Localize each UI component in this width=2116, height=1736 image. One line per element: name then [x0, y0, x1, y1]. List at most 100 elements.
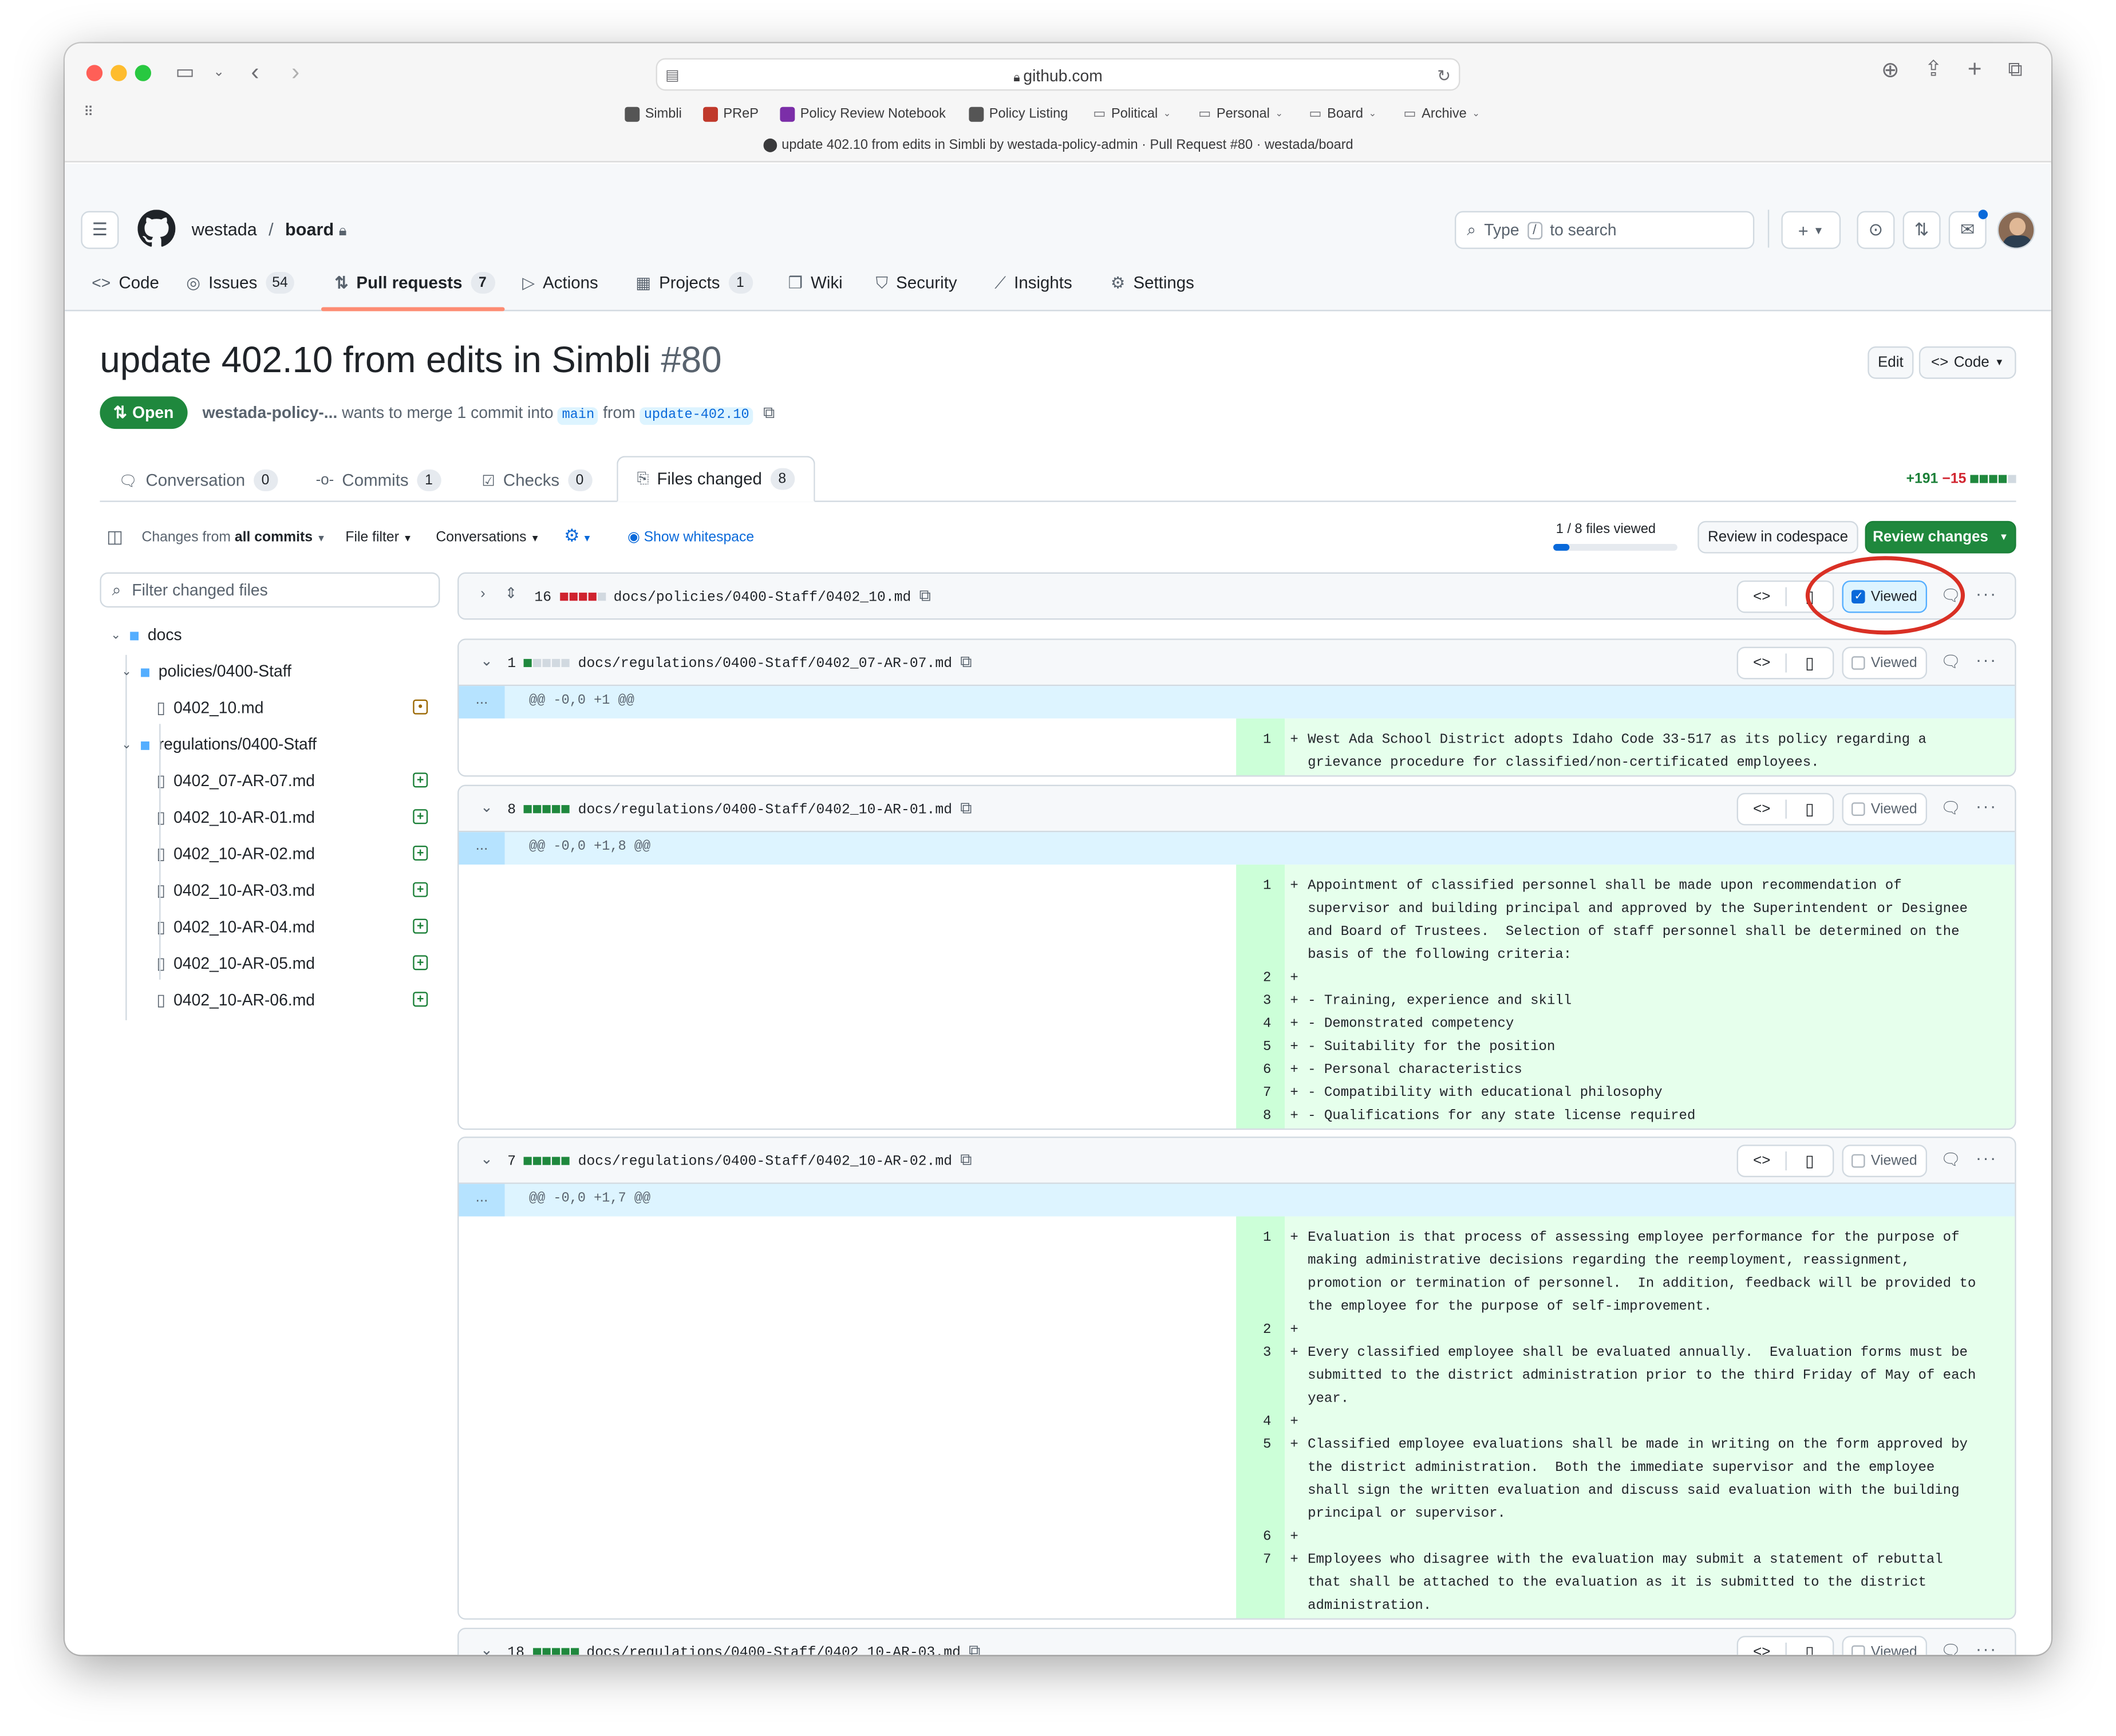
chevron-right-icon[interactable]: ›: [480, 586, 485, 602]
favorite-3[interactable]: Policy Listing: [969, 103, 1068, 125]
chevron-down-icon[interactable]: ⌄: [480, 1150, 493, 1167]
code-view-icon[interactable]: <>: [1738, 655, 1785, 671]
edit-title-button[interactable]: Edit: [1868, 346, 1914, 379]
tree-file[interactable]: ▯ 0402_07-AR-07.md +: [156, 766, 433, 796]
tree-folder[interactable]: ⌄ ■ regulations/0400-Staff: [121, 729, 317, 759]
tab-conversation[interactable]: 🗨︎ Conversation 0: [119, 459, 278, 502]
filter-files-input[interactable]: ⌕ Filter changed files: [100, 572, 440, 608]
show-whitespace-link[interactable]: ◉ Show whitespace: [627, 529, 754, 545]
tab-actions[interactable]: ▷ Actions: [522, 268, 598, 298]
tab-wiki[interactable]: ❒ Wiki: [788, 268, 843, 298]
tree-file[interactable]: ▯ 0402_10-AR-06.md +: [156, 985, 433, 1015]
tree-file[interactable]: ▯ 0402_10-AR-01.md +: [156, 802, 433, 832]
address-bar[interactable]: ▤ 🔒︎ github.com ↻: [656, 58, 1460, 91]
comment-icon[interactable]: 🗨︎: [1941, 652, 1961, 671]
kebab-menu-icon[interactable]: ···: [1976, 649, 1997, 669]
share-icon[interactable]: ⇪: [1924, 59, 1943, 81]
copy-icon[interactable]: ⧉: [960, 800, 972, 819]
tree-file[interactable]: ▯ 0402_10-AR-04.md +: [156, 912, 433, 942]
head-branch[interactable]: update-402.10: [639, 407, 753, 425]
favorite-5[interactable]: ▭ Personal ⌄: [1198, 103, 1283, 125]
tree-folder-docs[interactable]: ⌄ ■ docs: [110, 620, 181, 649]
tab-code[interactable]: <> Code: [92, 268, 159, 298]
copy-icon[interactable]: ⧉: [960, 653, 972, 672]
zoom-window-button[interactable]: [135, 65, 151, 81]
file-path[interactable]: docs/policies/0400-Staff/0402_10.md: [614, 590, 911, 606]
comment-icon[interactable]: 🗨︎: [1941, 1642, 1961, 1655]
tab-security[interactable]: ⛉ Security: [876, 268, 957, 298]
code-dropdown-button[interactable]: <> Code ▼: [1918, 346, 2016, 379]
comment-icon[interactable]: 🗨︎: [1941, 798, 1961, 817]
review-changes-button[interactable]: Review changes ▼: [1865, 520, 2016, 554]
repo-owner-link[interactable]: westada: [192, 219, 257, 239]
chevron-down-icon[interactable]: ⌄: [213, 62, 224, 84]
grid-icon[interactable]: ⠿: [84, 103, 93, 125]
review-in-codespace-button[interactable]: Review in codespace: [1697, 520, 1858, 554]
tab-settings[interactable]: ⚙ Settings: [1111, 268, 1194, 298]
tab-title[interactable]: ⬤ update 402.10 from edits in Simbli by …: [65, 138, 2051, 153]
copy-icon[interactable]: ⧉: [960, 1151, 972, 1170]
comment-icon[interactable]: 🗨︎: [1941, 1150, 1961, 1169]
github-logo-icon[interactable]: [137, 210, 176, 247]
new-tab-icon[interactable]: +: [1968, 57, 1982, 81]
changes-from-dropdown[interactable]: Changes from all commits ▼: [142, 529, 326, 545]
issues-icon[interactable]: ⊙: [1857, 211, 1895, 249]
copy-icon[interactable]: ⧉: [763, 403, 775, 422]
tree-file[interactable]: ▯ 0402_10-AR-05.md +: [156, 949, 433, 979]
avatar[interactable]: [1997, 211, 2035, 249]
favorite-2[interactable]: Policy Review Notebook: [780, 103, 946, 125]
tree-file[interactable]: ▯ 0402_10.md •: [156, 693, 433, 723]
rich-view-icon[interactable]: ▯: [1785, 1151, 1833, 1171]
viewed-checkbox[interactable]: Viewed: [1842, 792, 1927, 826]
forward-icon[interactable]: ›: [291, 60, 299, 84]
chevron-down-icon[interactable]: ⌄: [480, 798, 493, 816]
tab-projects[interactable]: ▦ Projects 1: [635, 268, 753, 298]
expand-hunk-icon[interactable]: ...: [459, 1183, 505, 1217]
file-path[interactable]: docs/regulations/0400-Staff/0402_10-AR-0…: [578, 1154, 953, 1170]
kebab-menu-icon[interactable]: ···: [1976, 1147, 1997, 1167]
tree-folder[interactable]: ⌄ ■ policies/0400-Staff: [121, 656, 291, 686]
conversations-dropdown[interactable]: Conversations ▼: [436, 529, 539, 545]
tab-issues[interactable]: ◎ Issues 54: [186, 268, 295, 298]
diff-settings-dropdown[interactable]: ⚙ ▼: [564, 525, 591, 547]
download-icon[interactable]: ⊕: [1881, 60, 1900, 82]
expand-icon[interactable]: ⇕: [505, 585, 518, 602]
tab-pull-requests[interactable]: ⇅ Pull requests 7: [335, 268, 495, 298]
rich-view-icon[interactable]: ▯: [1785, 653, 1833, 673]
hamburger-menu-icon[interactable]: ☰: [81, 211, 119, 249]
create-new-button[interactable]: + ▼: [1781, 211, 1841, 249]
copy-icon[interactable]: ⧉: [919, 587, 931, 606]
favorite-1[interactable]: PReP: [703, 103, 759, 125]
file-path[interactable]: docs/regulations/0400-Staff/0402_10-AR-0…: [586, 1646, 961, 1655]
rich-view-icon[interactable]: ▯: [1785, 799, 1833, 819]
viewed-checkbox[interactable]: Viewed: [1842, 1636, 1927, 1655]
tab-commits[interactable]: -o- Commits 1: [316, 459, 441, 502]
favorite-7[interactable]: ▭ Archive ⌄: [1403, 103, 1480, 125]
kebab-menu-icon[interactable]: ···: [1976, 796, 1997, 816]
kebab-menu-icon[interactable]: ···: [1976, 1639, 1997, 1655]
back-icon[interactable]: ‹: [251, 60, 259, 84]
expand-hunk-icon[interactable]: ...: [459, 686, 505, 719]
tab-overview-icon[interactable]: ⧉: [2008, 59, 2022, 81]
favorite-0[interactable]: Simbli: [625, 103, 682, 125]
reload-icon[interactable]: ↻: [1437, 65, 1451, 86]
base-branch[interactable]: main: [558, 407, 599, 425]
code-view-icon[interactable]: <>: [1738, 801, 1785, 817]
tree-file[interactable]: ▯ 0402_10-AR-03.md +: [156, 875, 433, 905]
file-path[interactable]: docs/regulations/0400-Staff/0402_07-AR-0…: [578, 656, 953, 672]
minimize-window-button[interactable]: [110, 65, 127, 81]
sidebar-toggle-icon[interactable]: ▭: [175, 62, 194, 84]
repo-name-link[interactable]: board: [285, 219, 334, 239]
file-filter-dropdown[interactable]: File filter ▼: [345, 529, 412, 545]
pull-requests-icon[interactable]: ⇅: [1902, 211, 1941, 249]
viewed-checkbox[interactable]: Viewed: [1842, 646, 1927, 680]
copy-icon[interactable]: ⧉: [969, 1643, 980, 1655]
inbox-icon[interactable]: ✉: [1948, 210, 1988, 249]
tab-checks[interactable]: ☑ Checks 0: [482, 459, 592, 502]
tab-insights[interactable]: ⟋ Insights: [994, 268, 1072, 298]
file-path[interactable]: docs/regulations/0400-Staff/0402_10-AR-0…: [578, 802, 953, 818]
tree-file[interactable]: ▯ 0402_10-AR-02.md +: [156, 839, 433, 869]
code-view-icon[interactable]: <>: [1738, 1153, 1785, 1169]
favorite-6[interactable]: ▭ Board ⌄: [1309, 103, 1376, 125]
search-input[interactable]: ⌕ Type / to search: [1455, 211, 1755, 249]
